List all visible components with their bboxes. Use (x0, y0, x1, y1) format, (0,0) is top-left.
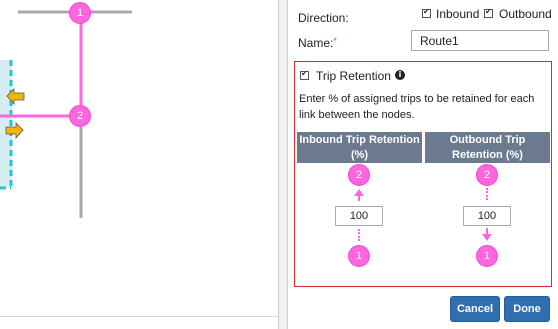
outbound-checkbox[interactable] (484, 7, 493, 18)
inbound-retention-input[interactable] (335, 206, 383, 226)
map-node-2[interactable]: 2 (69, 105, 91, 127)
map-node-1[interactable]: 1 (69, 2, 91, 24)
name-label: Name:* (298, 36, 337, 50)
inbound-checkbox[interactable] (422, 7, 431, 18)
outbound-arrow-down-icon (482, 234, 492, 241)
trip-retention-section: Trip Retention i Enter % of assigned tri… (294, 61, 552, 287)
route-editor: 1 2 Direction: Inbound Outbound Name:* T… (0, 0, 558, 329)
outbound-retention-header: Outbound Trip Retention (%) (425, 132, 550, 163)
name-label-text: Name: (298, 36, 334, 50)
outbound-label: Outbound (499, 7, 552, 21)
outbound-bottom-node: 1 (476, 245, 498, 267)
inbound-label: Inbound (436, 7, 480, 21)
trip-retention-label: Trip Retention (316, 69, 391, 83)
map-bottom-border (0, 316, 278, 317)
required-mark: * (333, 36, 337, 46)
map-drawing (0, 10, 132, 218)
map-canvas[interactable]: 1 2 (0, 0, 278, 329)
outbound-retention-input[interactable] (463, 206, 511, 226)
inbound-bottom-node: 1 (348, 245, 370, 267)
panel-splitter[interactable] (278, 0, 288, 329)
trip-retention-description: Enter % of assigned trips to be retained… (299, 93, 535, 121)
inbound-top-node: 2 (348, 164, 370, 186)
inbound-dotted-link (358, 229, 360, 241)
route-name-input[interactable] (411, 30, 549, 51)
outbound-dotted-link (486, 188, 488, 200)
direction-label: Direction: (298, 11, 349, 25)
outbound-top-node: 2 (476, 164, 498, 186)
route-properties-panel: Direction: Inbound Outbound Name:* Trip … (288, 0, 558, 329)
trip-retention-checkbox[interactable] (300, 69, 309, 80)
done-button[interactable]: Done (504, 296, 550, 322)
info-circle-icon[interactable]: i (395, 70, 405, 80)
inbound-arrow-stem (358, 195, 360, 201)
inbound-retention-header: Inbound Trip Retention (%) (297, 132, 422, 163)
cancel-button[interactable]: Cancel (450, 296, 500, 322)
